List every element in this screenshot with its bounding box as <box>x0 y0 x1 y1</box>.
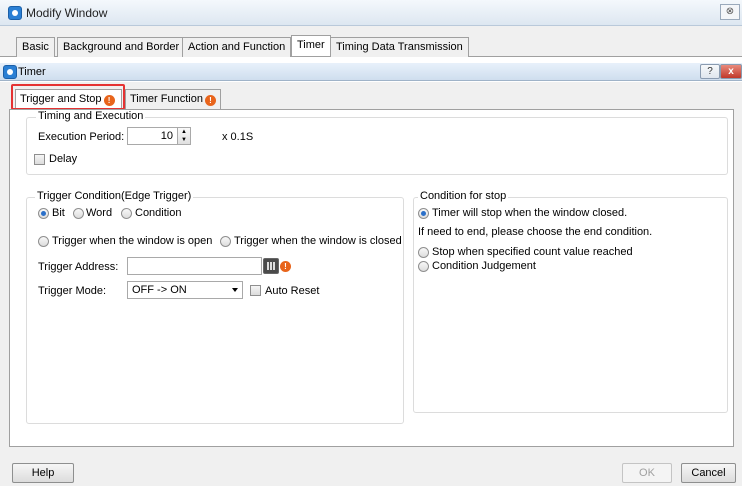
radio-stop-condition[interactable] <box>418 261 429 272</box>
cancel-button[interactable]: Cancel <box>681 463 736 483</box>
condition-for-stop-group-label: Condition for stop <box>418 190 509 202</box>
radio-trigger-window-open[interactable] <box>38 236 49 247</box>
tab-timer-function-label: Timer Function <box>130 93 203 105</box>
outer-title-bar: Modify Window ⊗ <box>0 0 742 26</box>
radio-bit[interactable] <box>38 208 49 219</box>
radio-stop-count[interactable] <box>418 247 429 258</box>
tab-basic[interactable]: Basic <box>16 37 55 57</box>
delay-checkbox[interactable] <box>34 154 45 165</box>
radio-word-label: Word <box>86 207 113 219</box>
timer-app-icon <box>3 65 17 79</box>
outer-close-button[interactable]: ⊗ <box>720 4 740 20</box>
radio-stop-window-closed-label: Timer will stop when the window closed. <box>432 207 628 219</box>
stop-note: If need to end, please choose the end co… <box>418 226 653 238</box>
radio-stop-condition-label: Condition Judgement <box>432 260 536 272</box>
inner-help-button[interactable]: ? <box>700 64 720 79</box>
tab-action-and-function[interactable]: Action and Function <box>182 37 292 57</box>
app-icon <box>8 6 22 20</box>
radio-trigger-window-open-label: Trigger when the window is open <box>52 235 213 247</box>
radio-stop-count-label: Stop when specified count value reached <box>432 246 633 258</box>
execution-period-stepper[interactable]: 10 ▲ ▼ <box>127 127 191 145</box>
execution-period-unit: x 0.1S <box>222 131 254 143</box>
radio-trigger-window-closed-label: Trigger when the window is closed <box>234 235 402 247</box>
highlight-box <box>11 84 125 110</box>
timing-execution-group <box>26 117 728 175</box>
trigger-condition-group <box>26 197 404 424</box>
help-button[interactable]: Help <box>12 463 74 483</box>
radio-trigger-window-closed[interactable] <box>220 236 231 247</box>
delay-label: Delay <box>49 153 78 165</box>
trigger-condition-group-label: Trigger Condition(Edge Trigger) <box>35 190 194 202</box>
chevron-down-icon <box>232 288 238 292</box>
trigger-mode-value: OFF -> ON <box>132 284 187 296</box>
radio-bit-label: Bit <box>52 207 65 219</box>
execution-period-value: 10 <box>160 130 173 142</box>
inner-window-title: Timer <box>18 66 46 78</box>
tab-background-and-border[interactable]: Background and Border <box>57 37 186 57</box>
timing-execution-group-label: Timing and Execution <box>36 110 146 122</box>
radio-condition-label: Condition <box>135 207 182 219</box>
tab-timer-function[interactable]: Timer Function! <box>125 89 221 109</box>
tab-timer[interactable]: Timer <box>291 35 331 56</box>
tab-timing-data-transmission[interactable]: Timing Data Transmission <box>330 37 469 57</box>
spin-arrows-icon[interactable]: ▲ ▼ <box>177 128 190 144</box>
ok-button[interactable]: OK <box>622 463 672 483</box>
trigger-mode-select[interactable]: OFF -> ON <box>127 281 243 299</box>
radio-word[interactable] <box>73 208 84 219</box>
execution-period-label: Execution Period: <box>38 131 125 143</box>
radio-condition[interactable] <box>121 208 132 219</box>
auto-reset-checkbox[interactable] <box>250 285 261 296</box>
auto-reset-label: Auto Reset <box>265 285 320 297</box>
outer-window-title: Modify Window <box>26 6 108 20</box>
inner-close-button[interactable]: x <box>720 64 742 79</box>
warning-icon: ! <box>204 95 216 106</box>
warning-icon: ! <box>280 261 291 272</box>
inner-title-bar: Timer <box>0 63 742 81</box>
radio-stop-window-closed[interactable] <box>418 208 429 219</box>
trigger-mode-label: Trigger Mode: <box>38 285 107 297</box>
trigger-address-label: Trigger Address: <box>38 261 119 273</box>
calculator-icon[interactable] <box>263 258 279 274</box>
trigger-address-input[interactable] <box>127 257 262 275</box>
